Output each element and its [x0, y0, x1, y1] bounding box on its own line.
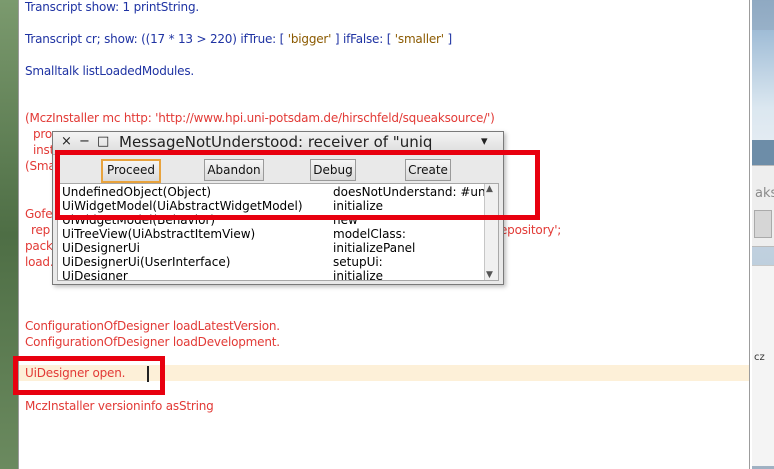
background-text-fragment-2: cz	[754, 352, 765, 363]
code-line[interactable]: inst	[33, 143, 54, 157]
stack-frame-class: UiDesignerUi	[62, 241, 140, 255]
annotation-box-command	[13, 356, 165, 395]
stack-frame[interactable]: UiDesignerUi initializePanel	[58, 241, 484, 255]
background-panel-lower	[752, 265, 774, 466]
code-token: cr; show: ((17 * 13 > 220) ifTrue: [	[81, 32, 288, 46]
code-line[interactable]: (MczInstaller mc http: 'http://www.hpi.u…	[25, 111, 495, 125]
stack-frame-class: UiDesigner	[62, 269, 128, 281]
background-scrollbar[interactable]	[754, 210, 772, 238]
code-line[interactable]: Gofe	[25, 207, 53, 221]
code-line[interactable]: MczInstaller versioninfo asString	[25, 399, 214, 413]
notifier-title: MessageNotUnderstood: receiver of "uniq	[119, 133, 433, 151]
stack-frame[interactable]: UiDesigner initialize	[58, 269, 484, 281]
stack-frame-selector: setupUi:	[333, 255, 383, 269]
stack-frame-class: UiTreeView(UiAbstractItemView)	[62, 227, 256, 241]
code-line[interactable]: pro	[33, 127, 52, 141]
stack-frame-class: UiDesignerUi(UserInterface)	[62, 255, 231, 269]
stack-frame[interactable]: UiTreeView(UiAbstractItemView) modelClas…	[58, 227, 484, 241]
annotation-box-error	[55, 150, 540, 220]
background-window: aks cz	[752, 0, 774, 469]
code-line[interactable]: ConfigurationOfDesigner loadLatestVersio…	[25, 319, 280, 333]
code-string: 'bigger'	[287, 32, 332, 46]
code-line[interactable]: ConfigurationOfDesigner loadDevelopment.	[25, 335, 280, 349]
code-line[interactable]: epository';	[500, 223, 561, 237]
stack-frame-selector: modelClass:	[333, 227, 406, 241]
stack-frame[interactable]: UiDesignerUi(UserInterface) setupUi:	[58, 255, 484, 269]
stack-frame-selector: initialize	[333, 269, 384, 281]
maximize-icon[interactable]: □	[97, 134, 109, 149]
minimize-icon[interactable]: −	[79, 134, 90, 149]
background-text-fragment: aks	[755, 186, 774, 201]
code-line[interactable]: Transcript show: 1 printString.	[25, 0, 199, 14]
desktop-left-edge	[0, 0, 18, 469]
window-menu-icon[interactable]: ▾	[481, 134, 488, 149]
code-line[interactable]: load.	[25, 255, 54, 269]
code-token: ]	[443, 32, 452, 46]
chevron-down-icon[interactable]: ▼	[486, 270, 493, 280]
code-token: ] ifFalse: [	[331, 32, 395, 46]
code-line[interactable]: Smalltalk listLoadedModules.	[25, 64, 194, 78]
close-icon[interactable]: ×	[61, 134, 72, 149]
code-string: 'smaller'	[394, 32, 444, 46]
stack-frame-selector: initializePanel	[333, 241, 416, 255]
code-token: Transcript	[25, 32, 82, 46]
code-line[interactable]: rep	[31, 223, 50, 237]
code-line[interactable]: Transcript cr; show: ((17 * 13 > 220) if…	[25, 32, 452, 46]
code-line[interactable]: (Sma	[25, 159, 56, 173]
